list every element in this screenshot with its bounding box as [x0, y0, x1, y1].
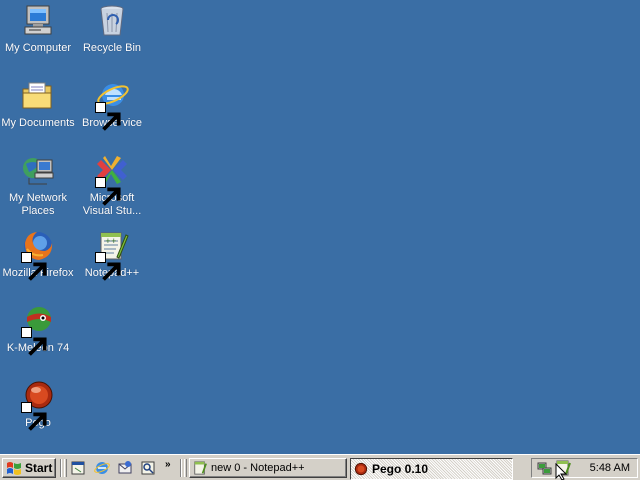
task-area-grip[interactable] [184, 459, 187, 477]
shortcut-arrow-icon [21, 252, 47, 281]
desktop-icon-label: My Documents [1, 117, 75, 129]
system-tray: 5:48 AM [531, 458, 638, 478]
desktop-icon-browservice[interactable]: Browservice [74, 77, 150, 147]
start-label: Start [25, 461, 53, 475]
internet-explorer-icon[interactable] [94, 460, 112, 476]
desktop-icon-notepad-plus-plus[interactable]: ++ Notepad++ [74, 227, 150, 297]
taskbar-separator [60, 459, 62, 477]
shortcut-arrow-icon [95, 252, 121, 281]
quick-launch-more-button[interactable]: » [165, 459, 171, 470]
task-button-notepad[interactable]: new 0 - Notepad++ [189, 458, 347, 478]
notepad-plus-plus-icon [194, 461, 207, 475]
quick-launch-grip[interactable] [64, 459, 67, 477]
shortcut-arrow-icon [95, 102, 121, 131]
desktop-icon-label: My Network Places [8, 192, 68, 217]
task-button-label: Pego 0.10 [372, 462, 429, 476]
media-icon[interactable] [140, 460, 158, 476]
desktop-icon-mozilla-firefox[interactable]: Mozilla Firefox [0, 227, 76, 297]
clock[interactable]: 5:48 AM [590, 462, 630, 474]
desktop-icon-pego[interactable]: Pego [0, 377, 76, 447]
pego-icon [354, 462, 368, 476]
desktop-icon-label: My Computer [4, 42, 72, 54]
svg-text:++: ++ [105, 237, 117, 245]
show-desktop-icon[interactable] [70, 460, 88, 476]
taskbar: Start » new 0 - Notepad++ Pego 0.10 5:48… [0, 454, 640, 480]
mouse-cursor-icon [555, 463, 568, 480]
start-button[interactable]: Start [2, 458, 56, 478]
network-places-icon [21, 154, 55, 188]
outlook-express-icon[interactable] [117, 460, 135, 476]
desktop[interactable]: My Computer Recycle Bin My Documents Bro… [0, 0, 640, 454]
desktop-icon-visual-studio[interactable]: Microsoft Visual Stu... [74, 152, 150, 222]
desktop-icon-my-network-places[interactable]: My Network Places [0, 152, 76, 222]
k-meleon-icon [21, 304, 55, 356]
pego-icon [21, 379, 55, 431]
desktop-icon-k-meleon[interactable]: K-Meleon 74 [0, 302, 76, 372]
folder-icon [21, 79, 55, 113]
task-button-label: new 0 - Notepad++ [211, 462, 305, 474]
internet-explorer-icon [95, 79, 129, 131]
recycle-bin-icon [95, 4, 129, 38]
network-tray-icon[interactable] [537, 460, 553, 476]
desktop-icon-label: Recycle Bin [82, 42, 142, 54]
shortcut-arrow-icon [95, 177, 121, 206]
shortcut-arrow-icon [21, 327, 47, 356]
notepad-plus-plus-icon: ++ [95, 229, 129, 281]
shortcut-arrow-icon [21, 402, 47, 431]
task-button-pego[interactable]: Pego 0.10 [350, 458, 513, 480]
computer-icon [21, 4, 55, 38]
visual-studio-icon [95, 154, 129, 206]
taskbar-separator [180, 459, 182, 477]
windows-logo-icon [7, 462, 21, 475]
desktop-icon-recycle-bin[interactable]: Recycle Bin [74, 2, 150, 72]
desktop-icon-my-computer[interactable]: My Computer [0, 2, 76, 72]
firefox-icon [21, 229, 55, 281]
desktop-icon-my-documents[interactable]: My Documents [0, 77, 76, 147]
